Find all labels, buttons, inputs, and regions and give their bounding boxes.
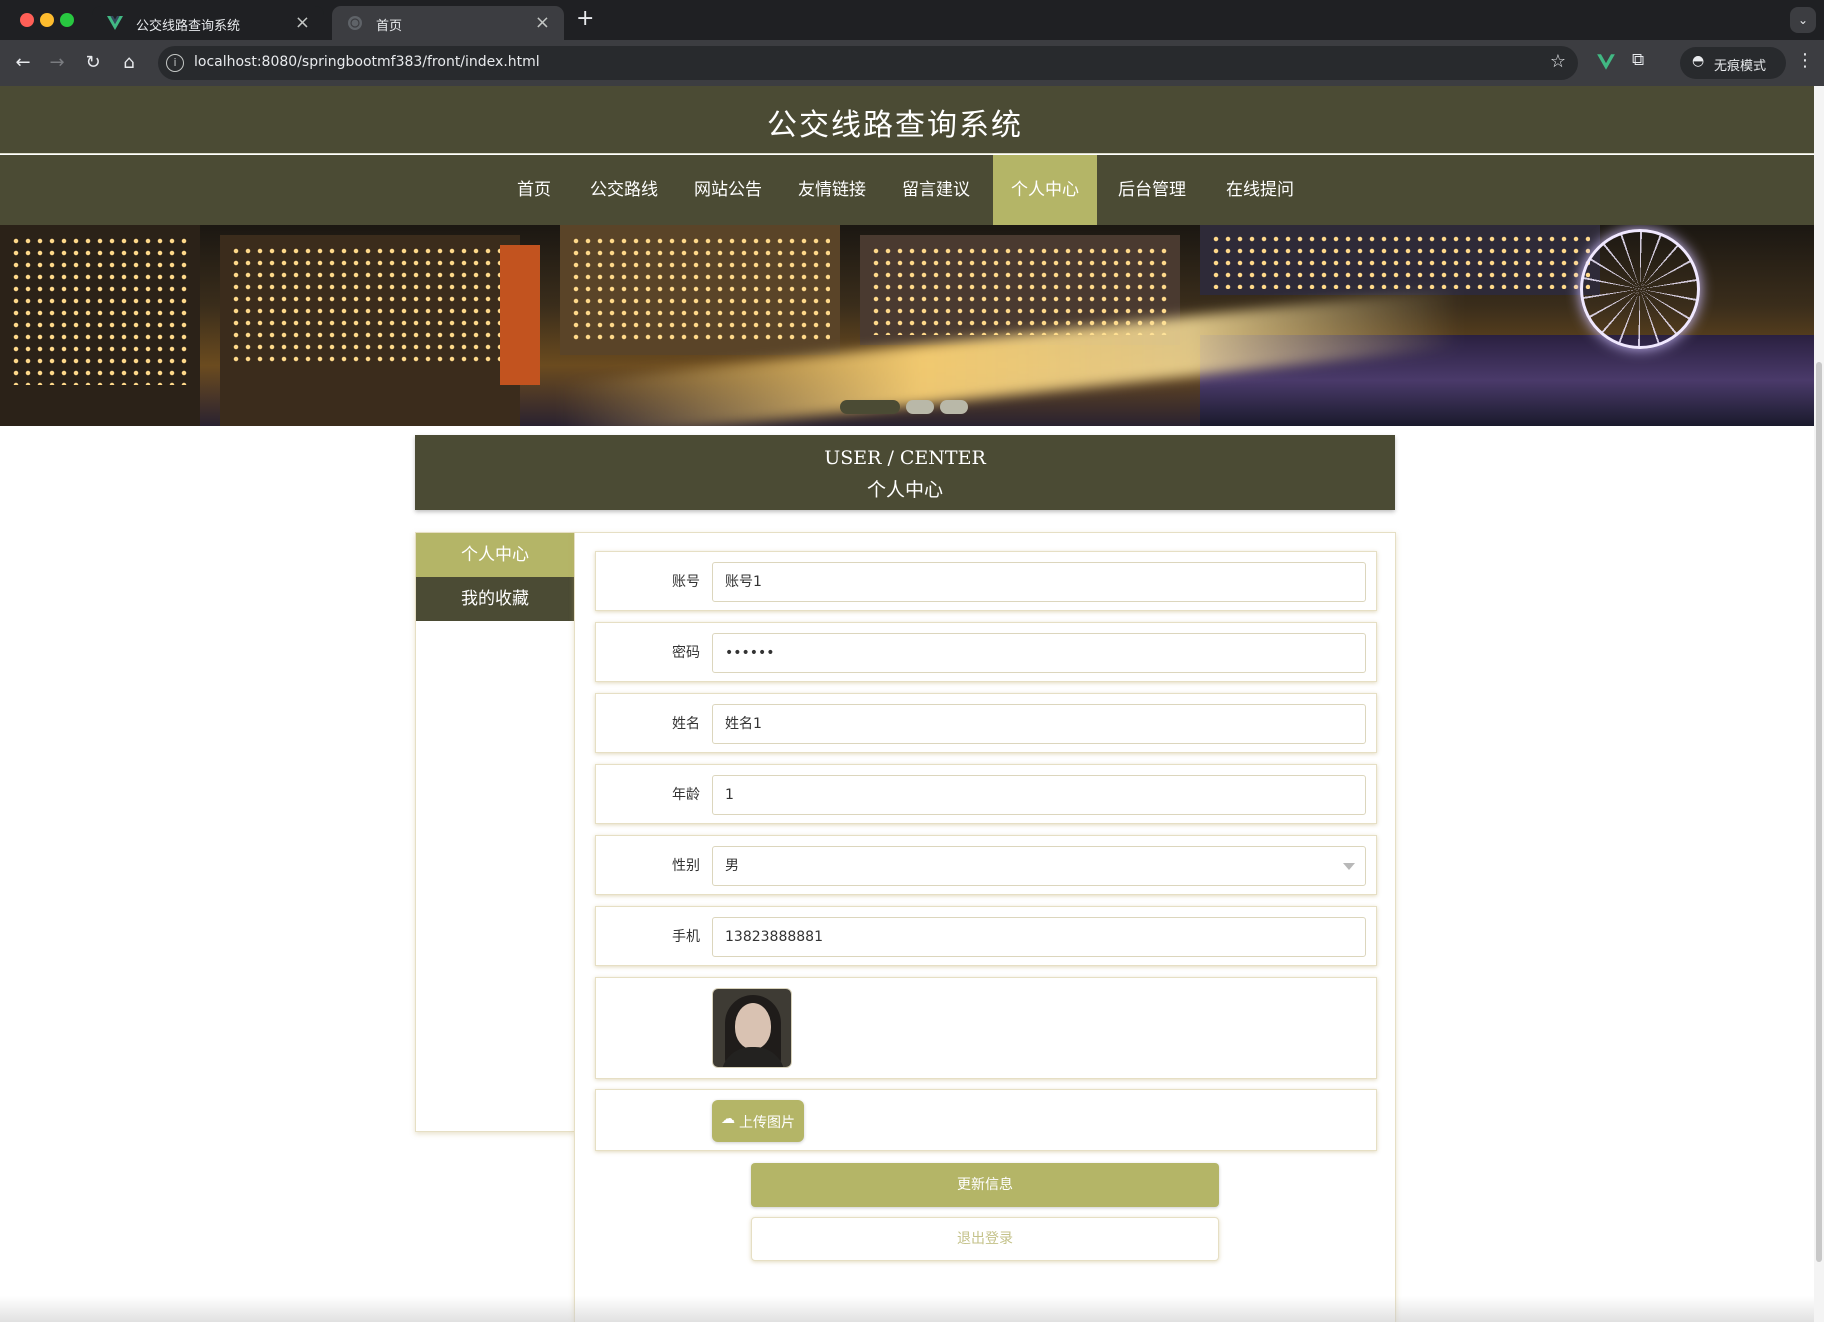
puzzle-icon[interactable]: ⧉ bbox=[1632, 50, 1644, 70]
form-row-avatar bbox=[595, 977, 1377, 1079]
nav-item-admin[interactable]: 后台管理 bbox=[1116, 155, 1188, 225]
sidebar-item-favorites[interactable]: 我的收藏 bbox=[416, 577, 574, 621]
nav-item-friend-links[interactable]: 友情链接 bbox=[796, 155, 868, 225]
cloud-upload-icon: ☁ bbox=[721, 1111, 735, 1127]
close-icon[interactable]: × bbox=[535, 12, 550, 33]
carousel-dot[interactable] bbox=[840, 400, 900, 414]
arrow-left-icon[interactable]: ← bbox=[10, 50, 36, 76]
nav-item-bus-routes[interactable]: 公交路线 bbox=[588, 155, 660, 225]
arrow-right-icon[interactable]: → bbox=[44, 50, 70, 76]
chevron-down-icon[interactable]: ⌄ bbox=[1790, 7, 1816, 33]
password-input[interactable]: •••••• bbox=[712, 633, 1366, 673]
account-input[interactable]: 账号1 bbox=[712, 562, 1366, 602]
site-info-icon[interactable]: i bbox=[166, 54, 184, 72]
user-sidebar: 个人中心 我的收藏 bbox=[415, 532, 575, 1132]
nav-item-home[interactable]: 首页 bbox=[510, 155, 558, 225]
nav-item-user-center[interactable]: 个人中心 bbox=[993, 155, 1097, 225]
incognito-badge[interactable]: ◓ 无痕模式 bbox=[1680, 47, 1786, 79]
form-row-gender: 性别 男 bbox=[595, 835, 1377, 895]
form-row-age: 年龄 1 bbox=[595, 764, 1377, 824]
kebab-icon[interactable]: ⋮ bbox=[1796, 50, 1814, 71]
gender-select[interactable]: 男 bbox=[712, 846, 1366, 886]
vue-icon[interactable] bbox=[1596, 52, 1616, 72]
carousel-dot[interactable] bbox=[940, 400, 968, 414]
upload-image-label: 上传图片 bbox=[739, 1115, 795, 1131]
form-row-name: 姓名 姓名1 bbox=[595, 693, 1377, 753]
reload-icon[interactable]: ↻ bbox=[80, 50, 106, 76]
web-page: 公交线路查询系统 首页 公交路线 网站公告 友情链接 留言建议 个人中心 后台管… bbox=[0, 86, 1814, 1322]
chevron-down-icon bbox=[1343, 863, 1355, 870]
address-url[interactable]: localhost:8080/springbootmf383/front/ind… bbox=[194, 54, 540, 70]
account-label: 账号 bbox=[672, 574, 700, 590]
form-row-phone: 手机 13823888881 bbox=[595, 906, 1377, 966]
banner-windows bbox=[230, 245, 510, 365]
home-icon[interactable]: ⌂ bbox=[116, 50, 142, 76]
incognito-label: 无痕模式 bbox=[1714, 59, 1767, 74]
nav-item-suggestions[interactable]: 留言建议 bbox=[900, 155, 972, 225]
site-header: 公交线路查询系统 bbox=[0, 86, 1814, 154]
banner-windows bbox=[10, 235, 190, 385]
tab-title: 公交线路查询系统 bbox=[136, 19, 241, 34]
banner-building bbox=[500, 245, 540, 385]
form-row-password: 密码 •••••• bbox=[595, 622, 1377, 682]
nav-item-online-questions[interactable]: 在线提问 bbox=[1224, 155, 1296, 225]
close-icon[interactable]: × bbox=[295, 12, 310, 33]
avatar-face bbox=[735, 1003, 771, 1049]
age-input[interactable]: 1 bbox=[712, 775, 1366, 815]
update-info-button[interactable]: 更新信息 bbox=[751, 1163, 1219, 1207]
banner-windows bbox=[870, 245, 1170, 335]
sidebar-item-user-center[interactable]: 个人中心 bbox=[416, 533, 574, 577]
banner-windows bbox=[1210, 233, 1590, 289]
user-center-heading: USER / CENTER 个人中心 bbox=[415, 435, 1395, 510]
site-title: 公交线路查询系统 bbox=[767, 108, 1023, 143]
logout-button[interactable]: 退出登录 bbox=[751, 1217, 1219, 1261]
browser-tab-bar: 公交线路查询系统 × 首页 × + ⌄ bbox=[0, 0, 1824, 40]
address-bar[interactable]: i localhost:8080/springbootmf383/front/i… bbox=[158, 46, 1578, 80]
browser-toolbar: ← → ↻ ⌂ i localhost:8080/springbootmf383… bbox=[0, 40, 1824, 86]
page-bottom-fade bbox=[0, 1296, 1814, 1322]
upload-image-button[interactable]: ☁ 上传图片 bbox=[712, 1100, 804, 1142]
name-input[interactable]: 姓名1 bbox=[712, 704, 1366, 744]
name-label: 姓名 bbox=[672, 716, 700, 732]
main-nav: 首页 公交路线 网站公告 友情链接 留言建议 个人中心 后台管理 在线提问 bbox=[0, 155, 1814, 225]
incognito-icon: ◓ bbox=[1692, 53, 1705, 69]
new-tab-icon[interactable]: + bbox=[576, 6, 594, 31]
banner-ferris-wheel bbox=[1580, 229, 1700, 349]
age-label: 年龄 bbox=[672, 787, 700, 803]
scrollbar-thumb[interactable] bbox=[1816, 362, 1822, 1262]
heading-english: USER / CENTER bbox=[824, 447, 986, 469]
phone-label: 手机 bbox=[672, 929, 700, 945]
avatar bbox=[712, 988, 792, 1068]
star-icon[interactable]: ☆ bbox=[1550, 51, 1566, 72]
phone-input[interactable]: 13823888881 bbox=[712, 917, 1366, 957]
page-scrollbar[interactable] bbox=[1814, 86, 1824, 1322]
gender-label: 性别 bbox=[672, 858, 700, 874]
nav-item-announcements[interactable]: 网站公告 bbox=[692, 155, 764, 225]
form-row-upload: ☁ 上传图片 bbox=[595, 1089, 1377, 1151]
form-row-account: 账号 账号1 bbox=[595, 551, 1377, 611]
window-minimize-button[interactable] bbox=[40, 13, 54, 27]
heading-chinese: 个人中心 bbox=[866, 479, 943, 501]
password-label: 密码 bbox=[672, 645, 700, 661]
window-zoom-button[interactable] bbox=[60, 13, 74, 27]
banner-carousel[interactable] bbox=[0, 225, 1814, 426]
browser-tab-active[interactable]: 公交线路查询系统 × bbox=[92, 6, 324, 40]
banner-windows bbox=[570, 235, 830, 345]
globe-icon bbox=[348, 16, 362, 30]
window-close-button[interactable] bbox=[20, 13, 34, 27]
gender-select-value: 男 bbox=[725, 858, 739, 874]
vue-icon bbox=[107, 16, 123, 30]
tab-title: 首页 bbox=[376, 19, 403, 34]
browser-tab[interactable]: 首页 × bbox=[332, 6, 564, 40]
carousel-dot[interactable] bbox=[906, 400, 934, 414]
profile-form: 账号 账号1 密码 •••••• 姓名 姓名1 年龄 1 性别 男 手机 138… bbox=[574, 532, 1396, 1322]
